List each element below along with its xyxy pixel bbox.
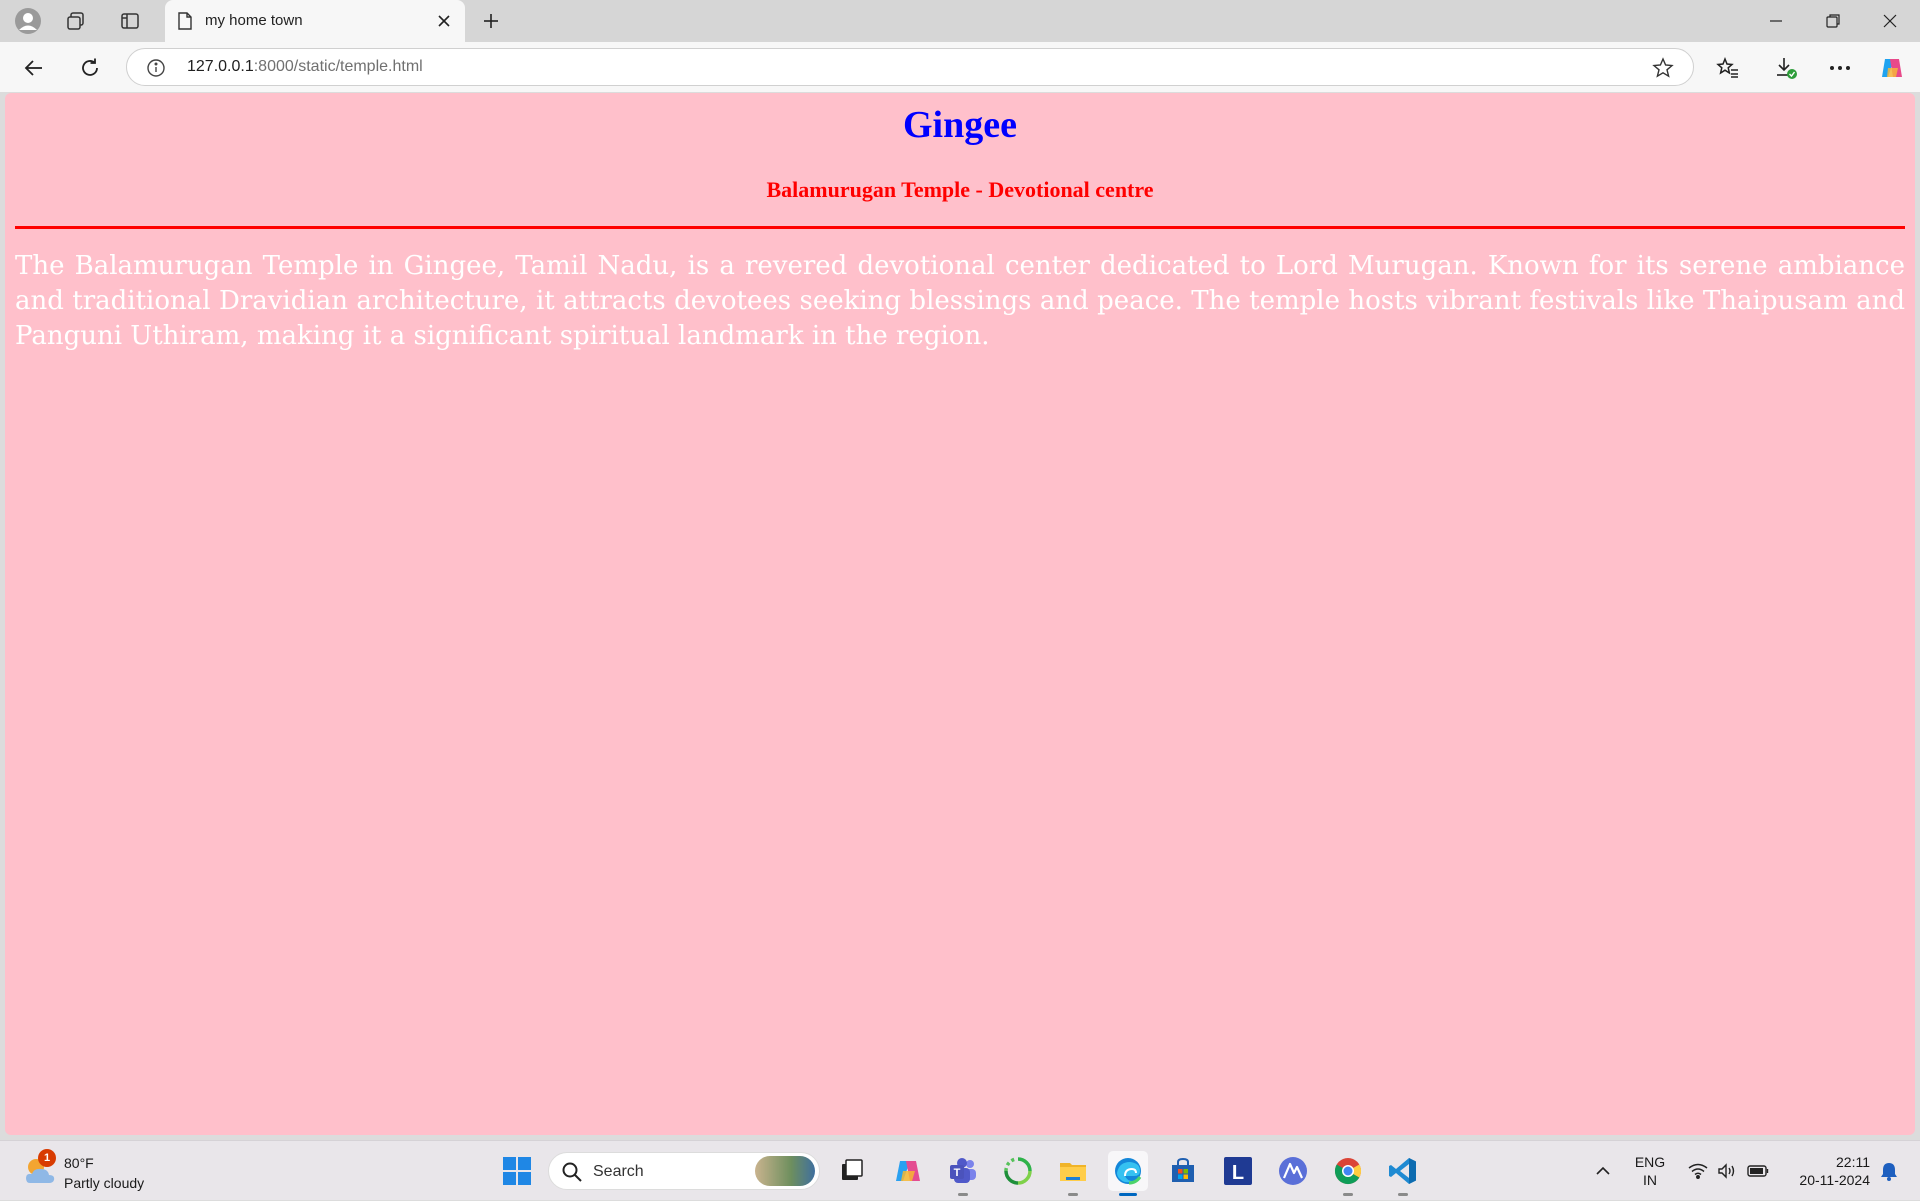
loader-app-icon[interactable] xyxy=(998,1151,1038,1191)
profile-icon[interactable] xyxy=(12,5,44,37)
notification-bell-icon[interactable] xyxy=(1874,1141,1904,1201)
ai-app-icon[interactable] xyxy=(1273,1151,1313,1191)
close-window-button[interactable] xyxy=(1862,0,1918,42)
running-indicator xyxy=(958,1193,968,1196)
active-tab[interactable]: my home town xyxy=(165,0,465,42)
tab-title: my home town xyxy=(205,12,303,29)
downloads-icon[interactable] xyxy=(1768,50,1804,86)
edge-icon[interactable] xyxy=(1108,1151,1148,1196)
wifi-icon[interactable] xyxy=(1684,1141,1712,1201)
start-icon[interactable] xyxy=(497,1151,537,1191)
reload-icon[interactable] xyxy=(72,50,108,86)
favorite-star-icon[interactable] xyxy=(1651,56,1675,80)
weather-widget[interactable]: 1 80°F Partly cloudy xyxy=(22,1149,172,1193)
store-icon[interactable] xyxy=(1163,1151,1203,1191)
browser-tab-strip: my home town xyxy=(0,0,1920,42)
page-subtitle: Balamurugan Temple - Devotional centre xyxy=(766,177,1154,202)
weather-temp: 80°F xyxy=(64,1155,94,1171)
restore-button[interactable] xyxy=(1805,0,1861,42)
vscode-icon[interactable] xyxy=(1383,1151,1423,1196)
battery-icon[interactable] xyxy=(1743,1141,1773,1201)
lang-code: ENG xyxy=(1634,1154,1666,1170)
lang-region: IN xyxy=(1643,1172,1657,1188)
url-host: 127.0.0.1 xyxy=(187,58,254,75)
vertical-tabs-icon[interactable] xyxy=(114,5,146,37)
l-app-icon[interactable]: L xyxy=(1218,1151,1258,1191)
file-explorer-icon[interactable] xyxy=(1053,1151,1093,1196)
teams-icon[interactable]: T xyxy=(943,1151,983,1196)
url-text: 127.0.0.1:8000/static/temple.html xyxy=(187,58,423,76)
svg-text:L: L xyxy=(1232,1162,1244,1184)
show-hidden-icons-chevron-icon[interactable] xyxy=(1588,1141,1618,1201)
language-indicator[interactable]: ENG IN xyxy=(1625,1153,1675,1189)
weather-condition: Partly cloudy xyxy=(64,1175,145,1191)
new-tab-button[interactable] xyxy=(474,5,508,37)
browser-toolbar: 127.0.0.1:8000/static/temple.html xyxy=(0,42,1920,92)
chrome-icon[interactable] xyxy=(1328,1151,1368,1196)
workspaces-icon[interactable] xyxy=(60,5,92,37)
copilot-app-icon[interactable] xyxy=(888,1151,928,1191)
minimize-button[interactable] xyxy=(1748,0,1804,42)
back-icon[interactable] xyxy=(16,50,52,86)
page-title: Gingee xyxy=(903,104,1017,146)
clock-date: 20-11-2024 xyxy=(1799,1172,1870,1188)
site-info-icon[interactable] xyxy=(145,57,167,79)
page-icon xyxy=(175,11,195,31)
system-clock[interactable]: 22:11 20-11-2024 xyxy=(1780,1153,1870,1189)
taskbar-search[interactable]: Search xyxy=(548,1152,820,1190)
running-indicator xyxy=(1343,1193,1353,1196)
favorites-icon[interactable] xyxy=(1710,50,1746,86)
horizontal-rule xyxy=(15,226,1905,229)
temple-description: The Balamurugan Temple in Gingee, Tamil … xyxy=(15,251,1905,351)
clock-time: 22:11 xyxy=(1836,1154,1870,1170)
taskbar: 1 80°F Partly cloudy Search T L ENG IN 2… xyxy=(0,1140,1920,1200)
search-highlight-image xyxy=(755,1156,815,1186)
url-path: :8000/static/temple.html xyxy=(253,58,423,75)
volume-icon[interactable] xyxy=(1713,1141,1741,1201)
page-viewport: Gingee Balamurugan Temple - Devotional c… xyxy=(5,93,1915,1135)
active-indicator xyxy=(1119,1193,1137,1196)
address-bar[interactable]: 127.0.0.1:8000/static/temple.html xyxy=(126,48,1694,86)
close-tab-icon[interactable] xyxy=(431,8,457,34)
search-icon xyxy=(562,1162,582,1182)
task-view-icon[interactable] xyxy=(832,1151,872,1191)
running-indicator xyxy=(1398,1193,1408,1196)
copilot-icon[interactable] xyxy=(1874,50,1910,86)
search-label: Search xyxy=(593,1163,644,1180)
more-options-icon[interactable] xyxy=(1822,50,1858,86)
running-indicator xyxy=(1068,1193,1078,1196)
svg-text:T: T xyxy=(954,1167,961,1179)
weather-badge: 1 xyxy=(38,1149,56,1167)
